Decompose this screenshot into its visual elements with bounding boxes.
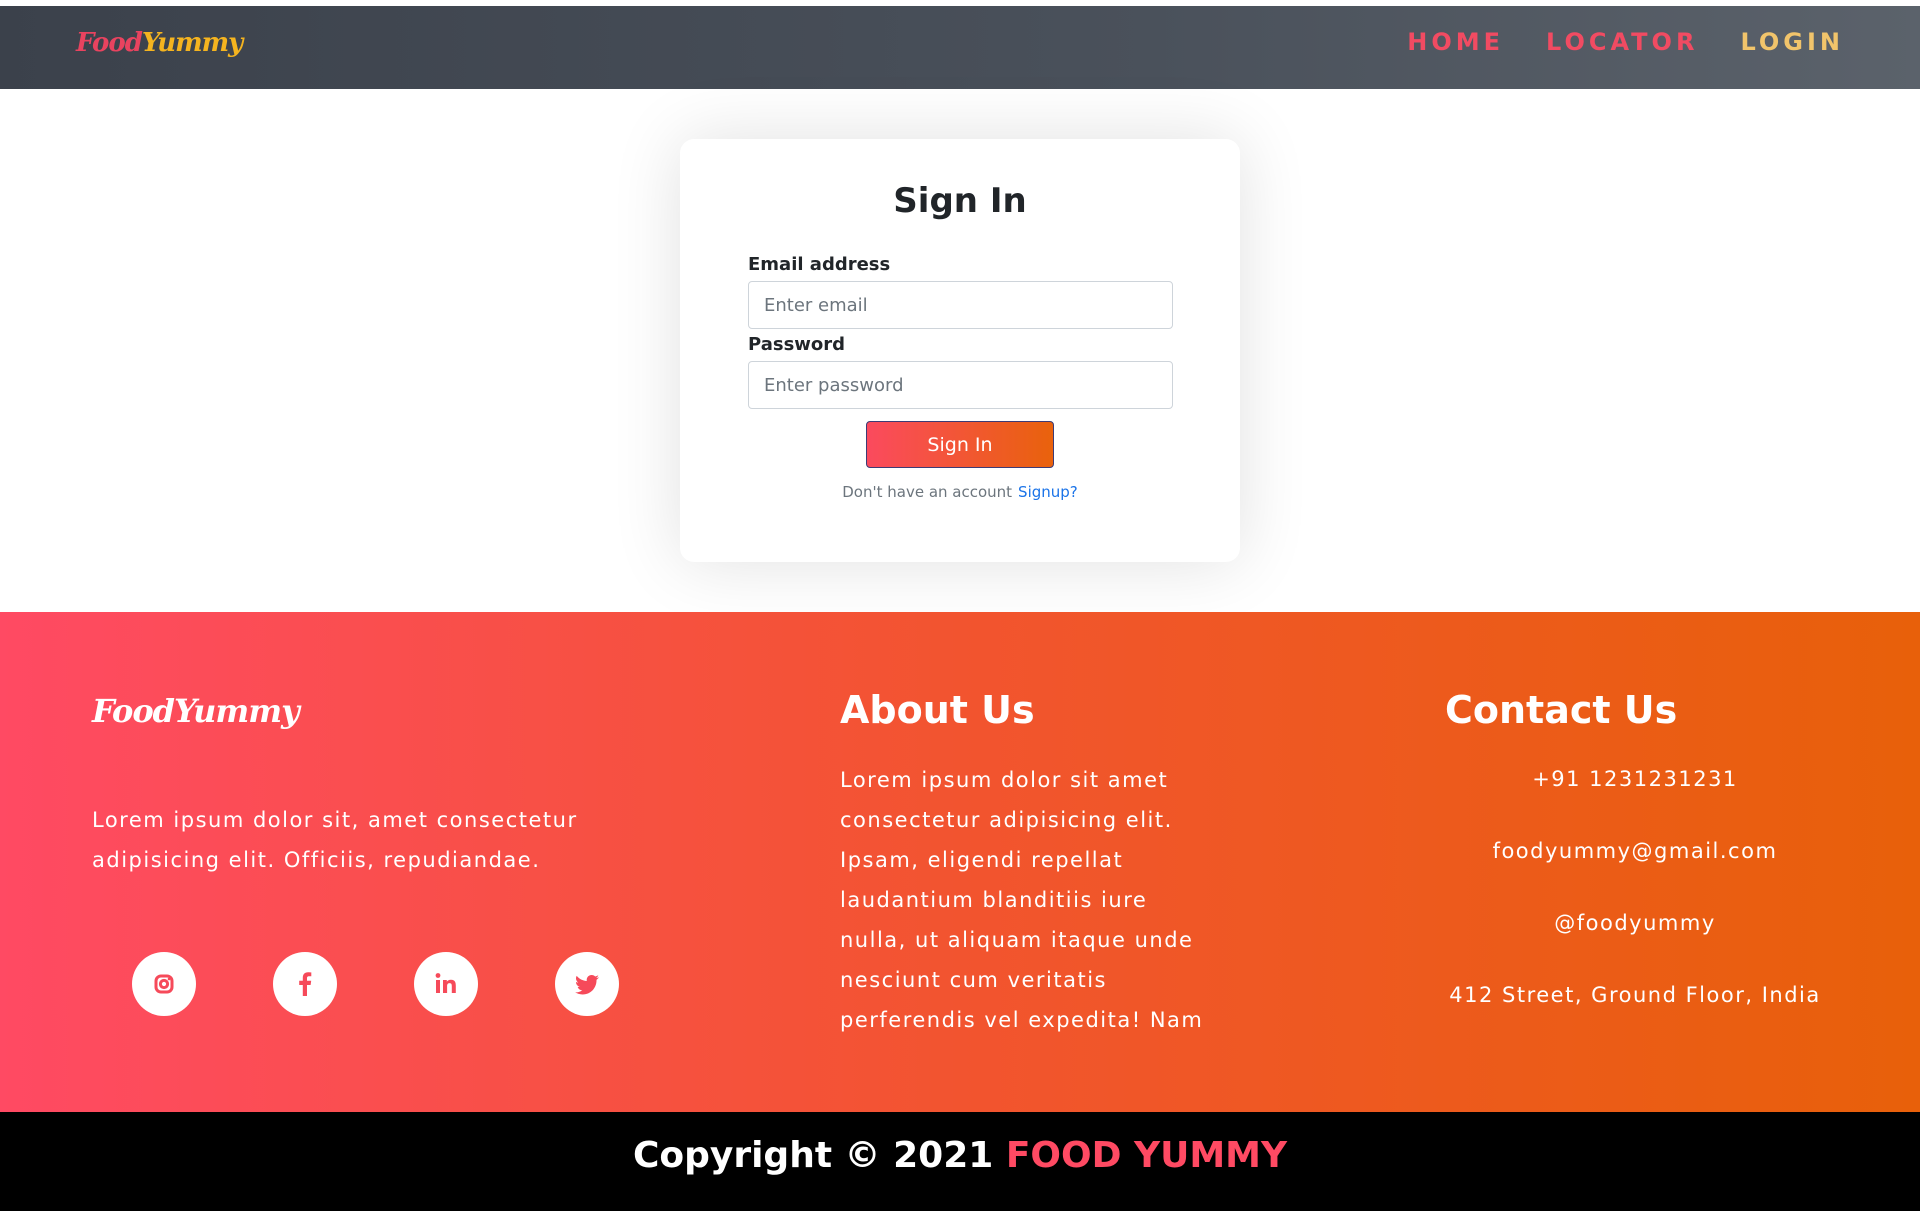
nav-locator-link[interactable]: LOCATOR	[1546, 28, 1698, 56]
signin-title: Sign In	[893, 181, 1027, 221]
social-links	[132, 952, 619, 1016]
navbar: Food Yummy HOME LOCATOR LOGIN	[0, 6, 1920, 89]
twitter-icon	[575, 975, 599, 995]
footer: Food Yummy Lorem ipsum dolor sit, amet c…	[0, 612, 1920, 1112]
footer-brand-logo: Food Yummy	[92, 692, 300, 730]
email-label: Email address	[748, 254, 891, 275]
contact-list: +91 1231231231 foodyummy@gmail.com @food…	[1395, 758, 1875, 1046]
brand-logo[interactable]: Food Yummy	[76, 28, 243, 68]
brand-logo-part2: Yummy	[141, 28, 243, 58]
password-label: Password	[748, 334, 846, 355]
contact-address: 412 Street, Ground Floor, India	[1449, 983, 1821, 1007]
nav-home-link[interactable]: HOME	[1407, 28, 1504, 56]
copyright-brand: FOOD YUMMY	[1005, 1135, 1288, 1176]
twitter-button[interactable]	[555, 952, 619, 1016]
linkedin-icon	[435, 973, 456, 993]
footer-brand-part2: Yummy	[174, 692, 300, 730]
nav-login-link[interactable]: LOGIN	[1740, 28, 1844, 56]
copyright-bar: Copyright © 2021 FOOD YUMMY	[0, 1112, 1920, 1211]
contact-heading: Contact Us	[1445, 688, 1678, 732]
password-field[interactable]	[748, 361, 1173, 409]
signin-button[interactable]: Sign In	[866, 421, 1054, 468]
footer-brand-part1: Food	[92, 692, 175, 730]
brand-logo-part1: Food	[76, 28, 143, 58]
instagram-icon	[154, 974, 174, 994]
email-field[interactable]	[748, 281, 1173, 329]
signin-card: Sign In Email address Password Sign In D…	[680, 139, 1240, 562]
contact-handle: @foodyummy	[1554, 911, 1716, 935]
contact-phone: +91 1231231231	[1532, 767, 1738, 791]
nav-links: HOME LOCATOR LOGIN	[1407, 28, 1844, 56]
about-heading: About Us	[840, 688, 1035, 732]
footer-description: Lorem ipsum dolor sit, amet consectetur …	[92, 808, 578, 872]
facebook-button[interactable]	[273, 952, 337, 1016]
linkedin-button[interactable]	[414, 952, 478, 1016]
signup-link[interactable]: Signup?	[1018, 483, 1078, 501]
no-account-text: Don't have an account	[842, 483, 1013, 501]
signup-row: Don't have an account Signup?	[680, 483, 1240, 501]
instagram-button[interactable]	[132, 952, 196, 1016]
facebook-icon	[299, 972, 312, 996]
copyright-text: Copyright © 2021	[632, 1135, 1006, 1176]
about-text: Lorem ipsum dolor sit amet consectetur a…	[840, 768, 1204, 1032]
contact-email: foodyummy@gmail.com	[1492, 839, 1778, 863]
